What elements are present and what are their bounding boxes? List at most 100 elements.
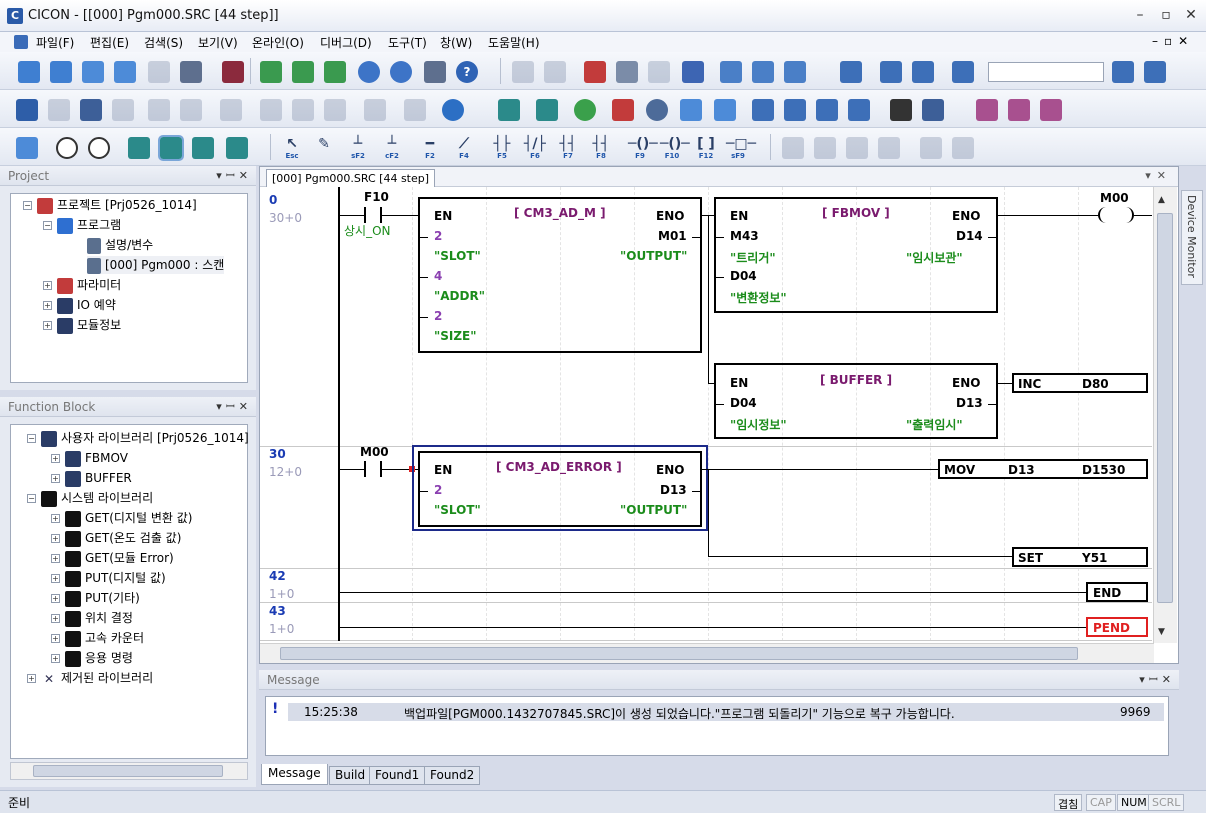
tab-found1[interactable]: Found1 [369, 766, 426, 785]
maximize-button[interactable]: ▫ [1156, 6, 1176, 26]
trend-icon[interactable] [714, 99, 736, 121]
tree-item-user-lib[interactable]: − 사용자 라이브러리 [Prj0526_1014] [27, 429, 249, 447]
menu-help[interactable]: 도움말(H) [488, 34, 540, 51]
page-all-icon[interactable] [784, 99, 806, 121]
lock-icon[interactable] [364, 99, 386, 121]
var-view-icon[interactable] [158, 135, 184, 161]
save-all-icon[interactable] [180, 61, 202, 83]
fkey-sf9[interactable]: ─□─ sF9 [726, 136, 756, 162]
tree-item-parameter[interactable]: + 파라미터 [43, 276, 121, 294]
message-list[interactable]: ! 15:25:38 백업파일[PGM000.1432707845.SRC]이 … [265, 696, 1169, 756]
menu-view[interactable]: 보기(V) [198, 34, 238, 51]
edit-icon[interactable] [682, 61, 704, 83]
comment-view-icon[interactable] [192, 137, 214, 159]
rung-0[interactable] [260, 187, 1152, 447]
cmd-mov[interactable]: MOV D13 D1530 [938, 459, 1148, 479]
cmd-inc[interactable]: INC D80 [1012, 373, 1148, 393]
upload-plc-icon[interactable] [880, 61, 902, 83]
copy-icon[interactable] [616, 61, 638, 83]
tree-item-io[interactable]: + IO 예약 [43, 296, 116, 314]
pane-controls[interactable]: ▾ꟷ✕ [216, 168, 252, 183]
tree-item-removed-lib[interactable]: + ✕ 제거된 라이브러리 [27, 669, 153, 687]
tree-item-put-etc[interactable]: + PUT(기타) [51, 589, 140, 607]
remove-program-icon[interactable] [292, 61, 314, 83]
tree-item-hs-counter[interactable]: + 고속 카운터 [51, 629, 144, 647]
cut-icon[interactable] [584, 61, 606, 83]
rung-43[interactable] [260, 603, 1152, 641]
help-icon[interactable]: ? [456, 61, 478, 83]
page-sync-icon[interactable] [848, 99, 870, 121]
save-icon[interactable] [148, 61, 170, 83]
fkey-f8[interactable]: ┤┤ F8 [589, 136, 613, 162]
menu-tools[interactable]: 도구(T) [388, 34, 427, 51]
tree-item-buffer[interactable]: + BUFFER [51, 469, 132, 487]
transfer-icon[interactable] [80, 99, 102, 121]
globe-icon[interactable] [442, 99, 464, 121]
program-list-icon[interactable] [324, 61, 346, 83]
download-plc-icon[interactable] [912, 61, 934, 83]
list-remove-icon[interactable] [752, 61, 774, 83]
ladder-canvas[interactable]: 0 30+0 30 12+0 42 1+0 43 1+0 F10 상시_ON [… [260, 187, 1152, 641]
add-program-icon[interactable] [260, 61, 282, 83]
force-off-icon[interactable] [952, 137, 974, 159]
step-icon[interactable] [814, 137, 836, 159]
fkey-sf2[interactable]: ┴ sF2 [346, 136, 370, 162]
pane-controls[interactable]: ▾ꟷ✕ [216, 399, 252, 414]
calculator-icon[interactable] [680, 99, 702, 121]
tree-item-fbmov[interactable]: + FBMOV [51, 449, 128, 467]
download-all-icon[interactable] [952, 61, 974, 83]
tab-controls[interactable]: ▾✕ [1145, 169, 1172, 182]
fkey-f6[interactable]: ┤/├ F6 [523, 136, 547, 162]
table-icon[interactable] [536, 99, 558, 121]
debug-icon[interactable] [846, 137, 868, 159]
document-icon[interactable] [82, 61, 104, 83]
fkey-f2[interactable]: ━ F2 [418, 136, 442, 162]
trace-icon[interactable] [878, 137, 900, 159]
zoom-in-icon[interactable] [56, 137, 78, 159]
menu-edit[interactable]: 편집(E) [90, 34, 129, 51]
fkey-esc[interactable]: ↖ Esc [280, 136, 304, 162]
window-close-icon[interactable] [1040, 99, 1062, 121]
close-button[interactable]: ✕ [1181, 6, 1201, 26]
run-icon[interactable] [260, 99, 282, 121]
search-all-icon[interactable] [1112, 61, 1134, 83]
stop-icon[interactable] [292, 99, 314, 121]
fb-hscrollbar[interactable] [10, 762, 248, 780]
coil-m00[interactable] [1098, 207, 1134, 223]
replace-icon[interactable] [1144, 61, 1166, 83]
contact-m00[interactable] [364, 461, 366, 477]
verify-icon[interactable] [148, 99, 170, 121]
fkey-pen[interactable]: ✎ [312, 136, 336, 162]
list-settings-icon[interactable] [784, 61, 806, 83]
fkey-cf2[interactable]: ┴ cF2 [380, 136, 404, 162]
fkey-f12[interactable]: [ ] F12 [694, 136, 718, 162]
mdi-controls[interactable]: –▫✕ [1152, 34, 1194, 48]
menu-window[interactable]: 창(W) [440, 34, 472, 51]
tool-run-icon[interactable] [922, 99, 944, 121]
window-stack-icon[interactable] [1008, 99, 1030, 121]
tree-item-get-digital[interactable]: + GET(디지털 변환 값) [51, 509, 192, 527]
tree-item-get-error[interactable]: + GET(모듈 Error) [51, 549, 174, 567]
editor-hscrollbar[interactable] [260, 643, 1154, 663]
tree-item-variables[interactable]: 설명/변수 [87, 236, 153, 254]
force-on-icon[interactable] [920, 137, 942, 159]
tab-pgm000[interactable]: [000] Pgm000.SRC [44 step] [266, 169, 436, 187]
undo-icon[interactable] [512, 61, 534, 83]
tree-item-project[interactable]: − 프로젝트 [Prj0526_1014] [23, 196, 197, 214]
new-project-icon[interactable] [18, 61, 40, 83]
tree-item-pgm000[interactable]: [000] Pgm000 : 스캔 [87, 256, 225, 274]
screen-icon[interactable] [220, 99, 242, 121]
cmd-set[interactable]: SET Y51 [1012, 547, 1148, 567]
minimize-button[interactable]: – [1130, 6, 1150, 26]
menu-file[interactable]: 파일(F) [36, 34, 74, 51]
error-list-icon[interactable] [612, 99, 634, 121]
toolbar-combo[interactable] [988, 62, 1104, 82]
message-row[interactable]: 15:25:38 백업파일[PGM000.1432707845.SRC]이 생성… [288, 703, 1164, 721]
menu-search[interactable]: 검색(S) [144, 34, 183, 51]
cmd-pend[interactable]: PEND [1086, 617, 1148, 637]
ladder-view-icon[interactable] [128, 137, 150, 159]
settings-icon[interactable] [646, 99, 668, 121]
info-icon[interactable] [404, 99, 426, 121]
fkey-f5[interactable]: ┤├ F5 [490, 136, 514, 162]
rung-42[interactable] [260, 569, 1152, 603]
